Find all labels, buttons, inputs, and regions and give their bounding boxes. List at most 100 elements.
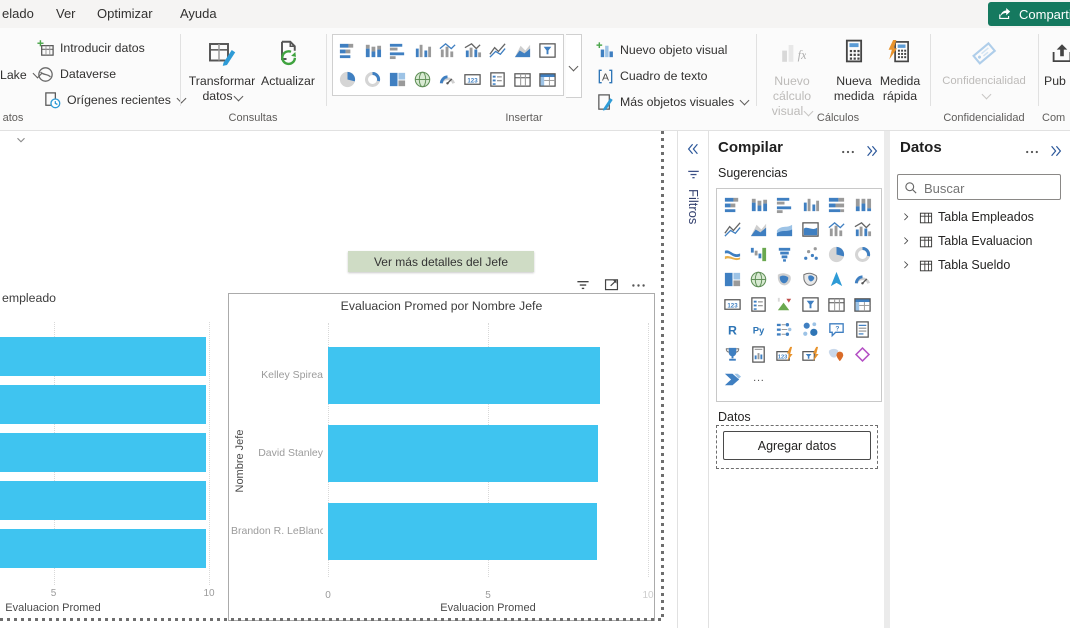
bar[interactable]	[0, 385, 206, 424]
clustered-bar-icon[interactable]	[775, 195, 794, 214]
waterfall-icon[interactable]	[749, 245, 768, 264]
dataverse-button[interactable]: Dataverse	[36, 63, 116, 85]
line-stacked-column-icon[interactable]	[438, 41, 457, 60]
collapse-build-pane-chevron[interactable]	[864, 143, 880, 159]
new-slicer-icon[interactable]	[801, 345, 820, 364]
filter-icon[interactable]	[686, 167, 701, 182]
card-icon[interactable]: 123	[463, 70, 482, 89]
new-card-icon[interactable]: 123	[775, 345, 794, 364]
bar[interactable]	[0, 529, 206, 568]
azure-map-icon[interactable]	[827, 270, 846, 289]
bar[interactable]	[328, 503, 597, 560]
bar[interactable]	[0, 433, 206, 472]
slicer-icon[interactable]	[538, 41, 557, 60]
gauge-icon[interactable]	[853, 270, 872, 289]
more-visuals-button[interactable]: Más objetos visuales	[596, 91, 748, 113]
python-icon[interactable]: Py	[749, 320, 768, 339]
matrix-icon[interactable]	[538, 70, 557, 89]
donut-icon[interactable]	[363, 70, 382, 89]
expand-chevron-icon[interactable]	[902, 260, 914, 272]
menu-item-ver[interactable]: Ver	[56, 0, 76, 28]
map-icon[interactable]	[749, 270, 768, 289]
line-clustered-column-icon[interactable]	[853, 220, 872, 239]
power-automate-icon[interactable]	[723, 370, 742, 389]
filled-map-icon[interactable]	[775, 270, 794, 289]
clustered-bar-icon[interactable]	[388, 41, 407, 60]
stacked-area-icon[interactable]	[775, 220, 794, 239]
filters-pane-title[interactable]: Filtros	[686, 189, 701, 224]
bar[interactable]	[328, 425, 598, 482]
power-apps-icon[interactable]	[853, 345, 872, 364]
bar-chart-visual[interactable]: Evaluacion Promed por Nombre Jefe Nombre…	[228, 293, 655, 621]
text-box-button[interactable]: A Cuadro de texto	[596, 65, 708, 87]
search-input[interactable]	[922, 177, 1056, 199]
shape-map-icon[interactable]	[801, 270, 820, 289]
paginated-report-icon[interactable]	[749, 345, 768, 364]
stacked-column-icon[interactable]	[749, 195, 768, 214]
build-pane-more-icon[interactable]	[840, 144, 856, 160]
line-icon[interactable]	[723, 220, 742, 239]
multi-row-card-icon[interactable]	[488, 70, 507, 89]
add-data-button[interactable]: Agregar datos	[723, 431, 871, 460]
table-icon[interactable]	[513, 70, 532, 89]
bar[interactable]	[328, 347, 600, 404]
qa-icon[interactable]: ?	[827, 320, 846, 339]
matrix-icon[interactable]	[853, 295, 872, 314]
funnel-icon[interactable]	[775, 245, 794, 264]
gauge-icon[interactable]	[438, 70, 457, 89]
focus-mode-icon[interactable]	[603, 276, 620, 293]
chart-filter-icon[interactable]	[575, 277, 591, 293]
card-icon[interactable]: 123	[723, 295, 742, 314]
onelake-button[interactable]: Lake	[0, 64, 41, 86]
arcgis-map-icon[interactable]	[827, 345, 846, 364]
stacked-column-icon[interactable]	[363, 41, 382, 60]
canvas-collapse-chevron[interactable]	[14, 133, 28, 147]
stacked-bar-icon[interactable]	[338, 41, 357, 60]
slicer-icon[interactable]	[801, 295, 820, 314]
line-stacked-column-icon[interactable]	[827, 220, 846, 239]
menu-item-optimizar[interactable]: Optimizar	[97, 0, 153, 28]
map-icon[interactable]	[413, 70, 432, 89]
area-icon[interactable]	[749, 220, 768, 239]
more-icon[interactable]: ···	[749, 370, 768, 389]
enter-data-button[interactable]: Introducir datos	[36, 37, 145, 59]
menu-item-modelado[interactable]: elado	[2, 0, 34, 28]
expand-chevron-icon[interactable]	[902, 236, 914, 248]
table-item-evaluacion[interactable]: Tabla Evaluacion	[890, 230, 1068, 254]
area-icon[interactable]	[513, 41, 532, 60]
menu-item-ayuda[interactable]: Ayuda	[180, 0, 217, 28]
decomposition-tree-icon[interactable]	[775, 320, 794, 339]
clustered-column-icon[interactable]	[413, 41, 432, 60]
table-item-sueldo[interactable]: Tabla Sueldo	[890, 254, 1068, 278]
gallery-expand-button[interactable]	[566, 34, 582, 98]
kpi-icon[interactable]	[775, 295, 794, 314]
button-visual-ver-mas-detalles[interactable]: Ver más detalles del Jefe	[348, 251, 534, 272]
expand-filters-chevron[interactable]	[685, 141, 701, 157]
treemap-icon[interactable]	[723, 270, 742, 289]
100-stacked-bar-icon[interactable]	[827, 195, 846, 214]
key-influencers-icon[interactable]	[801, 320, 820, 339]
bar[interactable]	[0, 337, 206, 376]
expand-chevron-icon[interactable]	[902, 212, 914, 224]
scatter-icon[interactable]	[801, 245, 820, 264]
100-stacked-area-icon[interactable]	[801, 220, 820, 239]
line-icon[interactable]	[488, 41, 507, 60]
new-visual-button[interactable]: Nuevo objeto visual	[596, 39, 727, 61]
pie-icon[interactable]	[827, 245, 846, 264]
share-button[interactable]: Compartir	[988, 2, 1070, 26]
metrics-icon[interactable]	[723, 345, 742, 364]
donut-icon[interactable]	[853, 245, 872, 264]
collapse-data-pane-chevron[interactable]	[1048, 143, 1064, 159]
clustered-column-icon[interactable]	[801, 195, 820, 214]
table-item-empleados[interactable]: Tabla Empleados	[890, 206, 1068, 230]
data-pane-more-icon[interactable]	[1024, 144, 1040, 160]
bar[interactable]	[0, 481, 206, 520]
treemap-icon[interactable]	[388, 70, 407, 89]
recent-sources-button[interactable]: Orígenes recientes	[43, 89, 185, 111]
r-script-icon[interactable]: R	[723, 320, 742, 339]
ribbon-icon[interactable]	[723, 245, 742, 264]
line-clustered-column-icon[interactable]	[463, 41, 482, 60]
smart-narrative-icon[interactable]	[853, 320, 872, 339]
multi-row-card-icon[interactable]	[749, 295, 768, 314]
table-icon[interactable]	[827, 295, 846, 314]
